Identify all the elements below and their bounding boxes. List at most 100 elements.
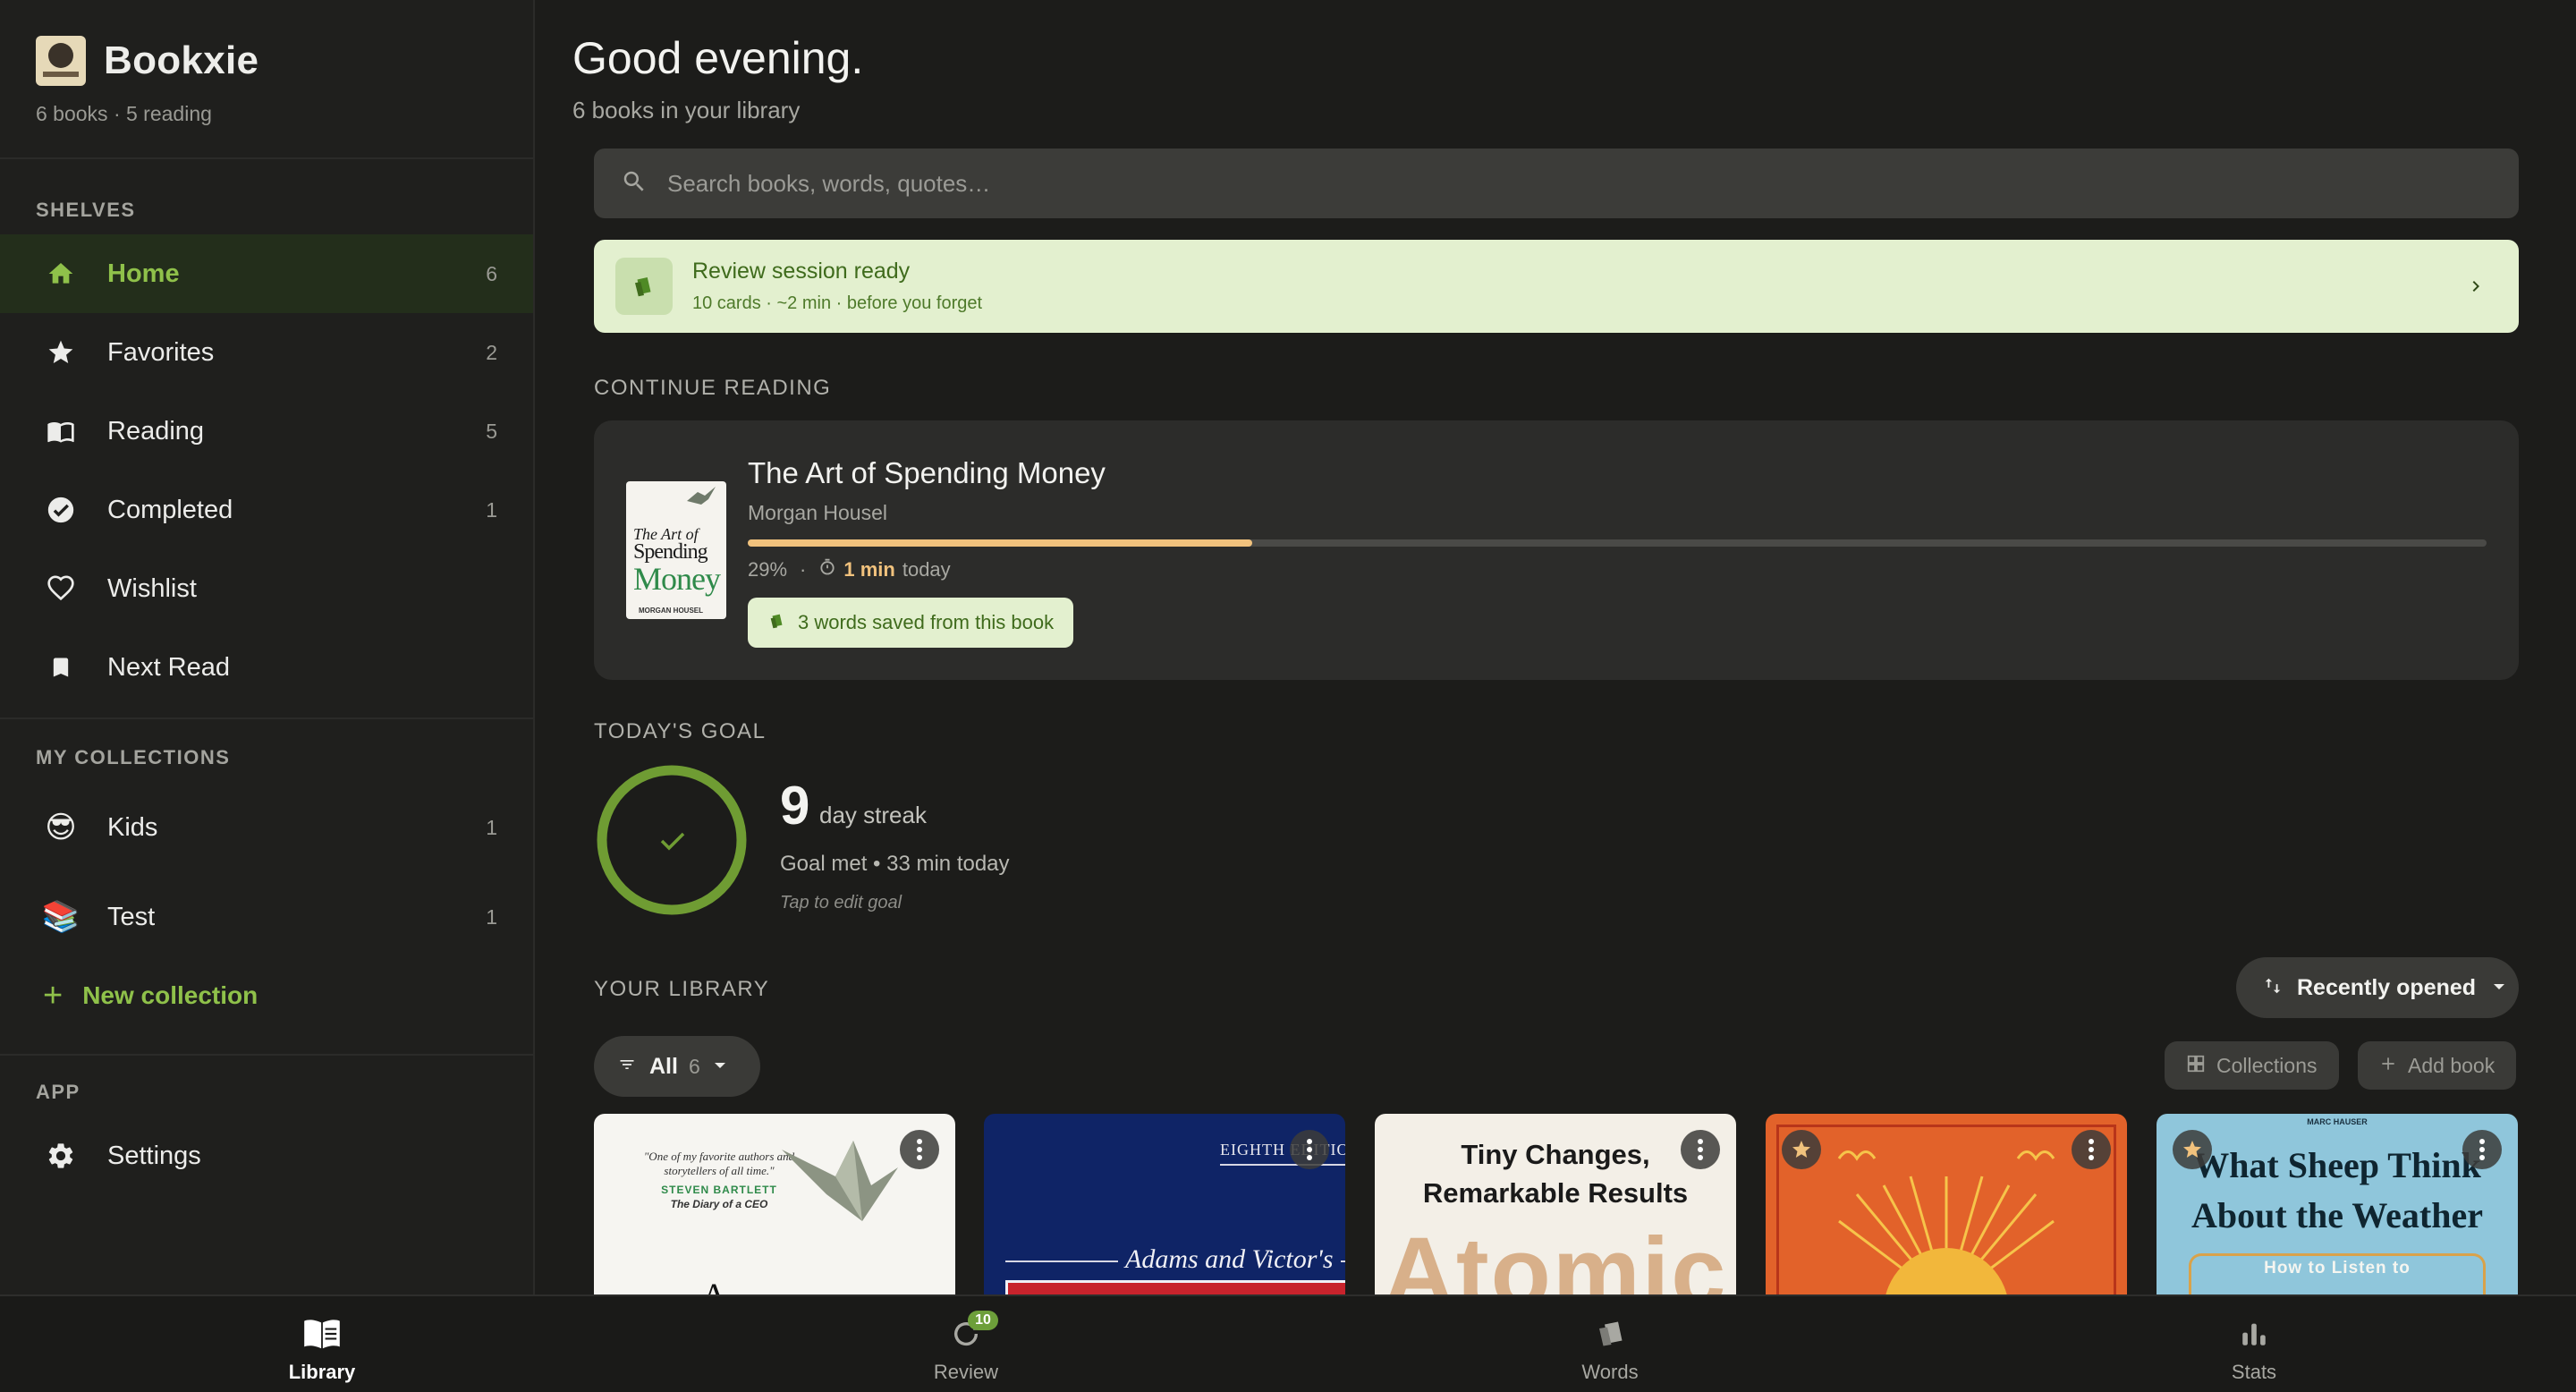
sidebar-item-label: Favorites — [107, 337, 215, 367]
filter-count: 6 — [688, 1054, 700, 1078]
sidebar-item-label: Home — [107, 259, 180, 288]
book-card[interactable]: Tiny Changes, Remarkable Results Atomic — [1375, 1114, 1736, 1294]
sidebar-item-count: 1 — [486, 904, 497, 929]
more-options-button[interactable] — [900, 1130, 939, 1169]
sun-illustration — [1837, 1150, 2055, 1294]
review-text: Review session ready 10 cards · ~2 min ·… — [692, 259, 2465, 314]
sidebar-item-settings[interactable]: Settings — [0, 1116, 533, 1195]
search-bar[interactable] — [594, 149, 2519, 218]
more-options-button[interactable] — [1681, 1130, 1720, 1169]
words-saved-chip[interactable]: 3 words saved from this book — [748, 598, 1074, 648]
words-saved-label: 3 words saved from this book — [798, 611, 1055, 633]
sidebar-item-favorites[interactable]: Favorites 2 — [0, 313, 533, 392]
edit-goal-link[interactable]: Tap to edit goal — [780, 893, 902, 913]
sidebar-item-wishlist[interactable]: Wishlist — [0, 549, 533, 628]
bookmark-icon — [43, 649, 79, 685]
cover-decor: A — [701, 1275, 727, 1294]
heart-icon — [43, 571, 79, 607]
filter-dropdown[interactable]: All 6 — [594, 1036, 760, 1097]
book-card[interactable]: "One of my favorite authors and storytel… — [594, 1114, 955, 1294]
sort-dropdown[interactable]: Recently opened — [2236, 957, 2519, 1018]
book-cover: The Art of Spending Money MORGAN HOUSEL — [626, 481, 726, 619]
sidebar: Bookxie 6 books · 5 reading SHELVES Home… — [0, 0, 535, 1294]
more-vert-icon — [2479, 1139, 2485, 1160]
open-book-icon — [43, 413, 79, 449]
more-options-button[interactable] — [2072, 1130, 2111, 1169]
new-collection-button[interactable]: + New collection — [43, 979, 258, 1013]
cover-title-line: About the Weather — [2191, 1195, 2483, 1235]
progress-percent: 29% — [748, 558, 788, 581]
sidebar-item-count: 1 — [486, 497, 497, 522]
caret-down-icon — [2492, 980, 2506, 996]
check-icon — [660, 832, 685, 851]
reading-progress-bar — [748, 539, 2487, 547]
sidebar-item-label: Next Read — [107, 652, 231, 682]
your-library-label: YOUR LIBRARY — [594, 977, 770, 1001]
sidebar-item-completed[interactable]: Completed 1 — [0, 471, 533, 549]
sidebar-item-count: 2 — [486, 340, 497, 364]
more-vert-icon — [2089, 1139, 2094, 1160]
more-options-button[interactable] — [2462, 1130, 2502, 1169]
sidebar-item-next-read[interactable]: Next Read — [0, 628, 533, 707]
sunglasses-emoji-icon: 😎 — [45, 810, 77, 845]
divider — [0, 717, 533, 719]
review-count-badge: 10 — [968, 1311, 998, 1330]
cards-icon — [767, 611, 787, 635]
sidebar-item-count: 1 — [486, 815, 497, 839]
goal-progress-ring[interactable] — [594, 762, 750, 918]
tab-stats[interactable]: Stats — [1932, 1296, 2576, 1392]
page-title: Good evening. — [572, 33, 864, 83]
more-options-button[interactable] — [1290, 1130, 1329, 1169]
favorite-badge[interactable] — [1782, 1130, 1821, 1169]
book-card[interactable]: MARC HAUSER What Sheep Think About the W… — [2157, 1114, 2518, 1294]
add-book-button[interactable]: Add book — [2358, 1041, 2517, 1090]
sidebar-item-label: Reading — [107, 416, 205, 446]
shelves-label: SHELVES — [36, 199, 136, 221]
new-collection-label: New collection — [82, 981, 258, 1009]
search-icon — [621, 168, 648, 199]
divider — [0, 1054, 533, 1056]
sidebar-item-home[interactable]: Home 6 — [0, 234, 533, 313]
caret-down-icon — [713, 1058, 727, 1074]
check-circle-icon — [43, 492, 79, 528]
main-content: Good evening. 6 books in your library Re… — [537, 0, 2576, 1294]
streak-label: day streak — [819, 802, 927, 828]
separator: · — [800, 558, 807, 581]
streak-count: 9 — [780, 776, 810, 836]
time-today: 1 min — [843, 558, 895, 581]
sidebar-item-reading[interactable]: Reading 5 — [0, 392, 533, 471]
continue-reading-card[interactable]: The Art of Spending Money MORGAN HOUSEL … — [594, 420, 2519, 680]
sidebar-item-label: Settings — [107, 1141, 201, 1170]
app-subtitle: 6 books · 5 reading — [36, 102, 212, 125]
favorite-badge[interactable] — [2173, 1130, 2212, 1169]
more-vert-icon — [917, 1139, 922, 1160]
collections-button[interactable]: Collections — [2165, 1041, 2339, 1090]
book-card[interactable]: EIGHTH EDITION Adams and Victor's — [984, 1114, 1345, 1294]
review-session-banner[interactable]: Review session ready 10 cards · ~2 min ·… — [594, 240, 2519, 333]
sidebar-item-label: Kids — [107, 812, 158, 842]
sidebar-item-label: Completed — [107, 495, 233, 524]
review-icon: 10 — [946, 1311, 998, 1352]
sidebar-item-test[interactable]: 📚 Test 1 — [0, 877, 533, 957]
star-icon — [2183, 1141, 2201, 1158]
cover-line: Money — [633, 561, 721, 597]
library-count: 6 books in your library — [572, 97, 801, 123]
book-title: The Art of Spending Money — [748, 456, 1106, 489]
reading-progress-fill — [748, 539, 1252, 547]
search-input[interactable] — [667, 169, 2277, 198]
more-vert-icon — [1307, 1139, 1312, 1160]
brand: Bookxie — [36, 36, 258, 86]
cover-title: Adams and Victor's — [1118, 1244, 1341, 1275]
review-title: Review session ready — [692, 259, 911, 284]
tab-review[interactable]: 10 Review — [644, 1296, 1288, 1392]
sidebar-item-kids[interactable]: 😎 Kids 1 — [0, 787, 533, 868]
app-section-label: APP — [36, 1081, 80, 1103]
filter-icon — [617, 1056, 637, 1078]
bar-chart-icon — [2234, 1316, 2274, 1352]
sidebar-item-label: Test — [107, 902, 156, 931]
tab-library[interactable]: Library — [0, 1296, 644, 1392]
library-icon — [302, 1316, 342, 1352]
book-card[interactable] — [1766, 1114, 2127, 1294]
tab-words[interactable]: Words — [1288, 1296, 1932, 1392]
plus-icon — [2379, 1055, 2397, 1077]
